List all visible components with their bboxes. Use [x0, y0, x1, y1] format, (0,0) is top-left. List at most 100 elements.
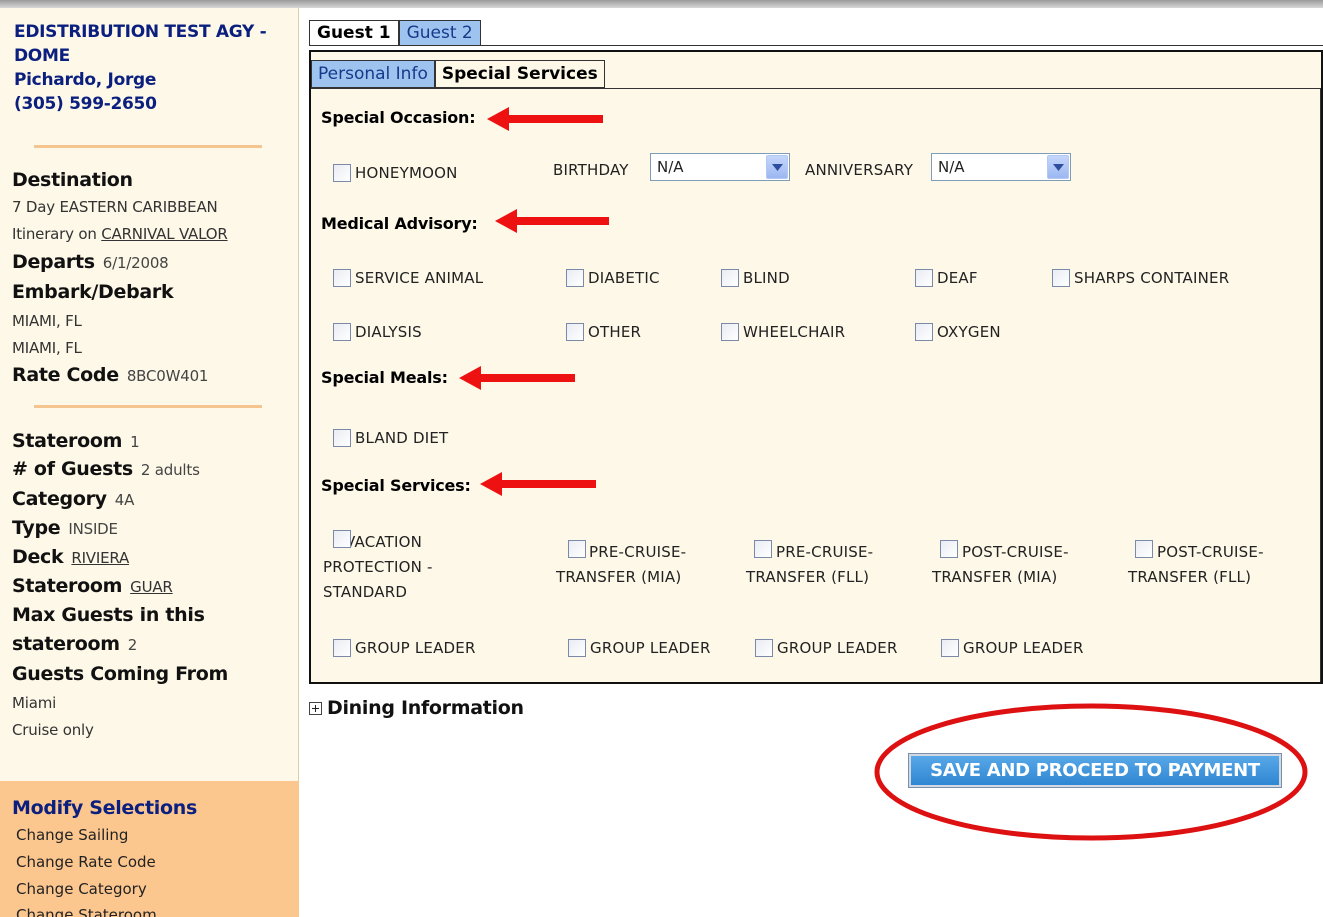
embark-label: Embark/Debark: [12, 281, 174, 303]
other-checkbox[interactable]: OTHER: [566, 323, 641, 341]
post-cruise-mia-checkbox[interactable]: POST-CRUISE-TRANSFER (MIA): [932, 540, 1097, 590]
blind-label: BLIND: [743, 269, 790, 287]
group-leader-checkbox[interactable]: GROUP LEADER: [755, 639, 898, 657]
stateroom2-row: Stateroom GUAR: [12, 575, 173, 597]
checkbox-icon[interactable]: [333, 530, 351, 548]
stateroom-label: Stateroom: [12, 430, 123, 452]
guest-tabs: Guest 1 Guest 2: [309, 20, 481, 46]
checkbox-icon[interactable]: [333, 164, 351, 182]
post-cruise-fll-checkbox[interactable]: POST-CRUISE-TRANSFER (FLL): [1128, 540, 1293, 590]
type-value: INSIDE: [68, 520, 118, 538]
checkbox-icon[interactable]: [915, 269, 933, 287]
checkbox-icon[interactable]: [754, 540, 772, 558]
honeymoon-label: HONEYMOON: [355, 164, 458, 182]
checkbox-icon[interactable]: [568, 639, 586, 657]
dialysis-label: DIALYSIS: [355, 323, 422, 341]
sharps-container-checkbox[interactable]: SHARPS CONTAINER: [1052, 269, 1229, 287]
deck-label: Deck: [12, 546, 64, 568]
diabetic-checkbox[interactable]: DIABETIC: [566, 269, 660, 287]
birthday-select[interactable]: N/A: [650, 153, 790, 181]
group-leader-checkbox[interactable]: GROUP LEADER: [333, 639, 476, 657]
checkbox-icon[interactable]: [566, 269, 584, 287]
arrow-icon: [459, 366, 575, 390]
change-sailing-link[interactable]: Change Sailing: [16, 826, 128, 844]
embark-port: MIAMI, FL: [12, 312, 82, 330]
deaf-checkbox[interactable]: DEAF: [915, 269, 978, 287]
stateroom-link[interactable]: GUAR: [130, 578, 173, 596]
special-services-title: Special Services:: [321, 476, 471, 495]
dialysis-checkbox[interactable]: DIALYSIS: [333, 323, 422, 341]
expand-icon[interactable]: [309, 701, 322, 715]
group-leader-checkbox[interactable]: GROUP LEADER: [941, 639, 1084, 657]
chevron-down-icon[interactable]: [1047, 155, 1069, 179]
tab-personal-info[interactable]: Personal Info: [311, 60, 435, 88]
debark-port: MIAMI, FL: [12, 339, 82, 357]
wheelchair-checkbox[interactable]: WHEELCHAIR: [721, 323, 845, 341]
anniversary-value: N/A: [938, 158, 965, 176]
vacation-protection-checkbox[interactable]: VACATION PROTECTION - STANDARD: [323, 530, 443, 605]
checkbox-icon[interactable]: [333, 269, 351, 287]
checkbox-icon[interactable]: [333, 639, 351, 657]
modify-selections-panel: Modify Selections Change Sailing Change …: [0, 781, 299, 917]
checkbox-icon[interactable]: [333, 323, 351, 341]
coming-from-label: Guests Coming From: [12, 663, 228, 685]
stateroom-value: 1: [130, 433, 140, 451]
guests-label: # of Guests: [12, 458, 133, 480]
checkbox-icon[interactable]: [940, 540, 958, 558]
change-rate-code-link[interactable]: Change Rate Code: [16, 853, 156, 871]
destination-value: 7 Day EASTERN CARIBBEAN: [12, 198, 218, 216]
checkbox-icon[interactable]: [755, 639, 773, 657]
group-leader-label: GROUP LEADER: [355, 639, 476, 657]
checkbox-icon[interactable]: [1135, 540, 1153, 558]
arrow-icon: [495, 209, 609, 233]
anniversary-select[interactable]: N/A: [931, 153, 1071, 181]
rate-code-value: 8BC0W401: [126, 367, 209, 385]
bland-diet-label: BLAND DIET: [355, 429, 449, 447]
dining-information-toggle[interactable]: Dining Information: [309, 697, 524, 719]
ship-link[interactable]: CARNIVAL VALOR: [101, 225, 228, 243]
max-guests-row: stateroom 2: [12, 633, 137, 655]
pre-cruise-fll-checkbox[interactable]: PRE-CRUISE-TRANSFER (FLL): [746, 540, 906, 590]
group-leader-label: GROUP LEADER: [590, 639, 711, 657]
category-label: Category: [12, 488, 107, 510]
anniversary-label: ANNIVERSARY: [805, 161, 914, 179]
service-animal-label: SERVICE ANIMAL: [355, 269, 484, 287]
checkbox-icon[interactable]: [721, 269, 739, 287]
service-animal-checkbox[interactable]: SERVICE ANIMAL: [333, 269, 483, 287]
max-guests-label-2: stateroom: [12, 633, 120, 655]
oxygen-checkbox[interactable]: OXYGEN: [915, 323, 1001, 341]
rate-code-row: Rate Code 8BC0W401: [12, 364, 208, 386]
blind-checkbox[interactable]: BLIND: [721, 269, 790, 287]
change-stateroom-link[interactable]: Change Stateroom: [16, 906, 157, 917]
guests-value: 2 adults: [140, 461, 200, 479]
chevron-down-icon[interactable]: [766, 155, 788, 179]
bland-diet-checkbox[interactable]: BLAND DIET: [333, 429, 448, 447]
pre-cruise-mia-checkbox[interactable]: PRE-CRUISE-TRANSFER (MIA): [556, 540, 716, 590]
dining-information-label: Dining Information: [327, 697, 524, 719]
group-leader-label: GROUP LEADER: [963, 639, 1084, 657]
divider: [34, 405, 262, 408]
tab-guest-2[interactable]: Guest 2: [398, 20, 481, 46]
special-services-panel: Personal Info Special Services Special O…: [309, 50, 1323, 684]
checkbox-icon[interactable]: [941, 639, 959, 657]
tab-special-services[interactable]: Special Services: [434, 60, 605, 88]
deck-link[interactable]: RIVIERA: [71, 549, 129, 567]
honeymoon-checkbox[interactable]: HONEYMOON: [333, 164, 458, 182]
birthday-label: BIRTHDAY: [553, 161, 629, 179]
divider: [34, 145, 262, 148]
itinerary-prefix: Itinerary on: [12, 225, 97, 243]
sharps-container-label: SHARPS CONTAINER: [1074, 269, 1230, 287]
guests-row: # of Guests 2 adults: [12, 458, 200, 480]
save-and-proceed-button[interactable]: SAVE AND PROCEED TO PAYMENT: [908, 753, 1282, 788]
checkbox-icon[interactable]: [1052, 269, 1070, 287]
checkbox-icon[interactable]: [568, 540, 586, 558]
tab-guest-1[interactable]: Guest 1: [309, 20, 399, 46]
checkbox-icon[interactable]: [566, 323, 584, 341]
group-leader-checkbox[interactable]: GROUP LEADER: [568, 639, 711, 657]
checkbox-icon[interactable]: [721, 323, 739, 341]
change-category-link[interactable]: Change Category: [16, 880, 147, 898]
checkbox-icon[interactable]: [333, 429, 351, 447]
special-occasion-title: Special Occasion:: [321, 108, 476, 127]
diabetic-label: DIABETIC: [588, 269, 660, 287]
checkbox-icon[interactable]: [915, 323, 933, 341]
